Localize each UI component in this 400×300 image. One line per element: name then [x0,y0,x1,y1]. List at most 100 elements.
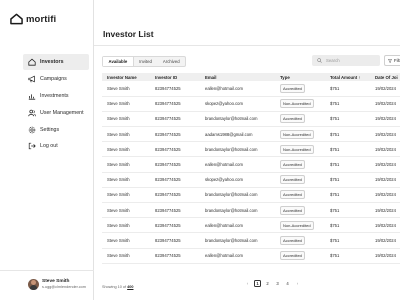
column-header-investor-id[interactable]: Investor ID [150,73,200,81]
table-row[interactable]: Steve Smith 82394774525 skopez@yahoo.com No… [102,96,400,112]
sidebar-item-campaigns[interactable]: Campaigns [23,71,89,87]
investor-name-cell: Steve Smith [107,101,130,107]
table-row[interactable]: Steve Smith 82394774525 brandontaylor@hotm… [102,233,400,249]
type-cell: Accredited [275,157,325,172]
email-cell: brandontaylor@hotmail.com [205,192,258,198]
type-cell: Accredited [275,111,325,126]
investor-name-cell: Steve Smith [107,177,130,183]
email-cell: eallen@hotmail.com [205,253,244,259]
column-header-investor-name[interactable]: Investor Name [102,73,150,81]
tab-invited[interactable]: Invited [134,57,158,66]
amount-cell: $751 [330,162,340,168]
email-cell: brandontaylor@hotmail.com [205,146,258,152]
amount-cell: $751 [330,177,340,183]
column-header-total-amount[interactable]: Total Amount ↑ [325,73,370,81]
date-cell: 19/02/2024 [375,192,396,198]
sidebar-item-investments[interactable]: Investments [23,88,89,104]
type-cell: Accredited [275,203,325,218]
amount-cell: $751 [330,192,340,198]
investor-name-cell: Steve Smith [107,116,130,122]
amount-cell: $751 [330,101,340,107]
date-cell: 19/02/2024 [375,177,396,183]
investor-name-cell: Steve Smith [107,222,130,228]
sidebar: mortifi Investors Campaigns Investments … [0,0,94,300]
type-badge: Accredited [280,251,305,261]
date-cell: 19/02/2024 [375,237,396,243]
filter-button[interactable]: Filt [384,55,400,66]
showing-total[interactable]: 400 [127,285,133,289]
investor-name-cell: Steve Smith [107,253,130,259]
investor-name-cell: Steve Smith [107,207,130,213]
filter-label: Filt [394,58,400,63]
email-cell: eallen@hotmail.com [205,222,244,228]
app-window: mortifi Investors Campaigns Investments … [0,0,400,300]
sort-arrow-icon: ↑ [358,74,361,80]
table-row[interactable]: Steve Smith 82394774525 skopez@yahoo.com Ac… [102,172,400,188]
megaphone-icon [28,75,35,83]
page-button-2[interactable]: 2 [264,280,271,287]
type-cell: Accredited [275,81,325,96]
date-cell: 19/02/2024 [375,207,396,213]
investor-id-cell: 82394774525 [155,116,181,122]
investor-id-cell: 82394774525 [155,85,181,91]
table-row[interactable]: Steve Smith 82394774525 eallen@hotmail.com… [102,218,400,233]
brand[interactable]: mortifi [10,13,56,25]
sidebar-item-investors[interactable]: Investors [23,54,89,70]
main-content: Investor List Available Invited Archived… [94,0,400,300]
search-input[interactable] [326,58,376,63]
next-page-button[interactable]: › [294,280,301,287]
brand-name: mortifi [26,13,57,25]
showing-prefix: Showing 10 of [102,285,127,289]
table-body: Steve Smith 82394774525 eallen@hotmail.com… [102,81,400,264]
investor-id-cell: 82394774525 [155,237,181,243]
page-button-3[interactable]: 3 [274,280,281,287]
sidebar-item-user-management[interactable]: User Management [23,105,89,121]
table-row[interactable]: Steve Smith 82394774525 eallen@hotmail.com… [102,157,400,173]
type-badge: Non-Accredited [280,144,314,154]
tab-archived[interactable]: Archived [157,57,185,66]
type-badge: Non-Accredited [280,99,314,109]
amount-cell: $751 [330,237,340,243]
amount-cell: $751 [330,222,340,228]
tab-available[interactable]: Available [103,57,134,66]
showing-count: Showing 10 of 400 [102,285,133,289]
pagination: ‹ 1 2 3 4 › [244,280,301,287]
sidebar-item-log-out[interactable]: Log out [23,138,89,154]
type-badge: Non-Accredited [280,220,314,230]
sidebar-item-label: User Management [40,109,84,116]
investor-name-cell: Steve Smith [107,192,130,198]
table-row[interactable]: Steve Smith 82394774525 aadams1988@gmail.c… [102,127,400,142]
header-divider [94,45,400,46]
page-button-1[interactable]: 1 [254,280,261,287]
page-button-4[interactable]: 4 [284,280,291,287]
home-icon [28,58,36,66]
email-cell: brandontaylor@hotmail.com [205,207,258,213]
investor-name-cell: Steve Smith [107,162,130,168]
table-footer: Showing 10 of 400 ‹ 1 2 3 4 › [94,275,400,300]
table-row[interactable]: Steve Smith 82394774525 eallen@hotmail.com… [102,248,400,264]
type-cell: Accredited [275,187,325,202]
user-profile[interactable]: Steve Smith s.ugg@clmlendender.com [0,270,94,300]
table-row[interactable]: Steve Smith 82394774525 brandontaylor@hotm… [102,111,400,127]
sidebar-item-settings[interactable]: Settings [23,122,89,138]
logout-icon [28,143,36,150]
sidebar-nav: Investors Campaigns Investments User Man… [23,54,89,155]
page-title: Investor List [103,29,154,39]
email-cell: eallen@hotmail.com [205,162,244,168]
type-cell: Non-Accredited [275,96,325,111]
prev-page-button[interactable]: ‹ [244,280,251,287]
investor-id-cell: 82394774525 [155,177,181,183]
investor-id-cell: 82394774525 [155,192,181,198]
date-cell: 19/02/2024 [375,85,396,91]
table-row[interactable]: Steve Smith 82394774525 brandontaylor@hotm… [102,203,400,218]
investor-table-container[interactable]: Investor Name Investor ID Email Type Tot… [102,73,400,272]
email-cell: eallen@hotmail.com [205,85,244,91]
investor-name-cell: Steve Smith [107,146,130,152]
table-row[interactable]: Steve Smith 82394774525 brandontaylor@hotm… [102,187,400,203]
profile-email: s.ugg@clmlendender.com [42,285,86,289]
table-row[interactable]: Steve Smith 82394774525 brandontaylor@hotm… [102,142,400,157]
column-header-email[interactable]: Email [200,73,275,81]
table-row[interactable]: Steve Smith 82394774525 eallen@hotmail.com… [102,81,400,97]
column-header-type[interactable]: Type [275,73,325,81]
column-header-date-of-joining[interactable]: Date Of Joi [370,73,400,81]
